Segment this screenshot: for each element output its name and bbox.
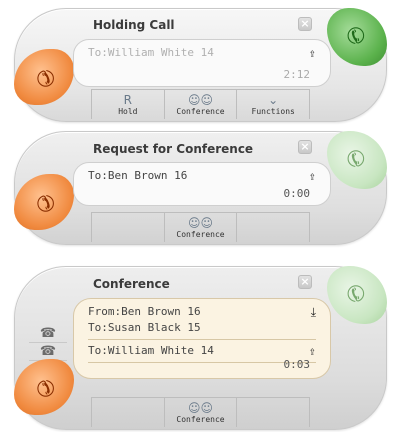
transfer-icon[interactable]: ⇪ bbox=[309, 168, 316, 184]
conference-label: Conference bbox=[176, 230, 225, 239]
hold-button[interactable]: R Hold bbox=[91, 90, 165, 119]
conference-button[interactable]: ☺☺ Conference bbox=[165, 213, 238, 242]
function-bar: ☺☺ Conference bbox=[91, 212, 311, 242]
close-icon[interactable]: × bbox=[298, 140, 312, 154]
conference-request-panel: Request for Conference × ✆ ✆ To:Ben Brow… bbox=[14, 131, 387, 245]
hangup-button[interactable]: ✆ bbox=[14, 49, 74, 105]
hold-label: Hold bbox=[118, 107, 138, 116]
download-icon[interactable]: ⤓ bbox=[311, 304, 316, 320]
participant-phone-icon[interactable]: ☎ bbox=[29, 325, 67, 343]
empty-slot bbox=[91, 213, 165, 242]
participant-controls: ☎ ☎ bbox=[29, 325, 67, 361]
conference-label: Conference bbox=[176, 107, 225, 116]
call-party: To:Ben Brown 16 bbox=[88, 169, 188, 182]
empty-slot bbox=[237, 213, 311, 242]
accept-call-button[interactable]: ✆ bbox=[327, 131, 387, 189]
conference-icon: ☺☺ bbox=[187, 216, 214, 230]
close-icon[interactable]: × bbox=[298, 17, 312, 31]
panel-title: Holding Call bbox=[93, 18, 175, 32]
transfer-icon[interactable]: ⇪ bbox=[309, 45, 316, 61]
close-icon[interactable]: × bbox=[298, 275, 312, 289]
conference-icon: ☺☺ bbox=[187, 401, 214, 415]
conference-button[interactable]: ☺☺ Conference bbox=[165, 398, 238, 427]
hold-icon: R bbox=[123, 93, 132, 107]
panel-title: Request for Conference bbox=[93, 142, 254, 156]
hangup-button[interactable]: ✆ bbox=[14, 359, 74, 415]
conference-line-to2: To:William White 14 ⇪ bbox=[88, 343, 316, 359]
hangup-phone-icon: ✆ bbox=[28, 61, 60, 93]
call-line: To:William White 14 ⇪ bbox=[88, 45, 316, 61]
functions-label: Functions bbox=[251, 107, 295, 116]
function-bar: R Hold ☺☺ Conference ⌄ Functions bbox=[91, 89, 311, 119]
conference-icon: ☺☺ bbox=[187, 93, 214, 107]
to-party: To:William White 14 bbox=[88, 344, 214, 357]
call-line: To:Ben Brown 16 ⇪ bbox=[88, 168, 316, 184]
conference-line-to: To:Susan Black 15 bbox=[88, 320, 316, 336]
hangup-button[interactable]: ✆ bbox=[14, 174, 74, 230]
to-party: To:Susan Black 15 bbox=[88, 321, 201, 334]
call-timer: 0:00 bbox=[283, 187, 311, 200]
divider bbox=[88, 362, 316, 363]
conference-label: Conference bbox=[176, 415, 225, 424]
empty-slot bbox=[91, 398, 165, 427]
phone-icon: ✆ bbox=[341, 279, 373, 311]
empty-slot bbox=[237, 398, 311, 427]
accept-call-button[interactable]: ✆ bbox=[327, 8, 387, 66]
function-bar: ☺☺ Conference bbox=[91, 397, 311, 427]
phone-icon: ✆ bbox=[341, 144, 373, 176]
holding-call-panel: Holding Call × ✆ ✆ To:William White 14 ⇪… bbox=[14, 8, 387, 122]
conference-button[interactable]: ☺☺ Conference bbox=[165, 90, 238, 119]
from-party: From:Ben Brown 16 bbox=[88, 305, 201, 318]
conference-panel: Conference × ✆ ☎ ☎ ✆ From:Ben Brown 16 ⤓… bbox=[14, 266, 387, 430]
call-timer: 2:12 bbox=[283, 68, 311, 81]
phone-icon: ✆ bbox=[341, 21, 373, 53]
hangup-phone-icon: ✆ bbox=[28, 371, 60, 403]
chevron-down-icon: ⌄ bbox=[268, 93, 279, 107]
hangup-phone-icon: ✆ bbox=[28, 186, 60, 218]
call-party: To:William White 14 bbox=[88, 46, 214, 59]
accept-call-button[interactable]: ✆ bbox=[327, 266, 387, 324]
panel-title: Conference bbox=[93, 277, 170, 291]
conference-line-from: From:Ben Brown 16 ⤓ bbox=[88, 304, 316, 320]
transfer-icon[interactable]: ⇪ bbox=[309, 343, 316, 359]
divider bbox=[88, 339, 316, 340]
call-timer: 0:03 bbox=[283, 358, 311, 371]
functions-button[interactable]: ⌄ Functions bbox=[237, 90, 311, 119]
